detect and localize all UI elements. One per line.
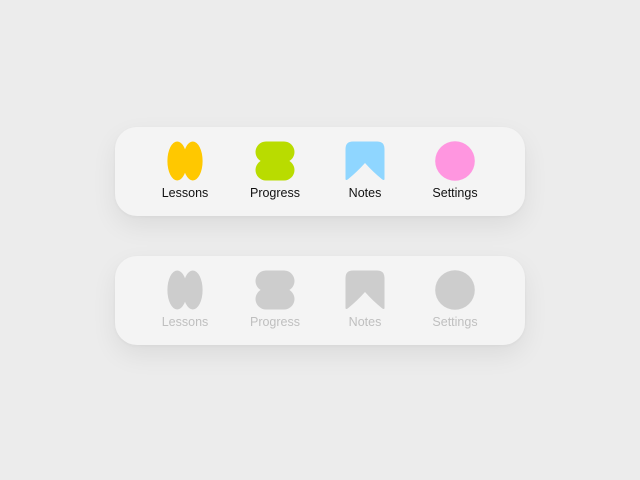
tab-label: Settings <box>432 315 478 329</box>
tab-label: Settings <box>432 186 478 200</box>
notes-icon <box>345 270 385 310</box>
tab-label: Progress <box>249 315 301 329</box>
tab-bar-active: Lessons Progress Notes Settings <box>115 127 525 216</box>
tab-label: Progress <box>249 186 301 200</box>
tab-lessons[interactable]: Lessons <box>145 141 225 205</box>
tab-notes-disabled: Notes <box>325 270 405 334</box>
tab-settings[interactable]: Settings <box>415 141 495 205</box>
tab-notes[interactable]: Notes <box>325 141 405 205</box>
settings-icon <box>435 270 475 310</box>
tab-lessons-disabled: Lessons <box>145 270 225 334</box>
lessons-icon <box>165 141 205 181</box>
lessons-icon <box>165 270 205 310</box>
tab-bar-disabled: Lessons Progress Notes Settings <box>115 256 525 345</box>
progress-icon <box>255 141 295 181</box>
tab-progress-disabled: Progress <box>235 270 315 334</box>
tab-progress[interactable]: Progress <box>235 141 315 205</box>
progress-icon <box>255 270 295 310</box>
notes-icon <box>345 141 385 181</box>
tab-settings-disabled: Settings <box>415 270 495 334</box>
tab-label: Notes <box>348 186 382 200</box>
canvas: Lessons Progress Notes Settings Lessons … <box>0 0 640 480</box>
tab-label: Lessons <box>161 186 209 200</box>
settings-icon <box>435 141 475 181</box>
tab-label: Lessons <box>161 315 209 329</box>
tab-label: Notes <box>348 315 382 329</box>
